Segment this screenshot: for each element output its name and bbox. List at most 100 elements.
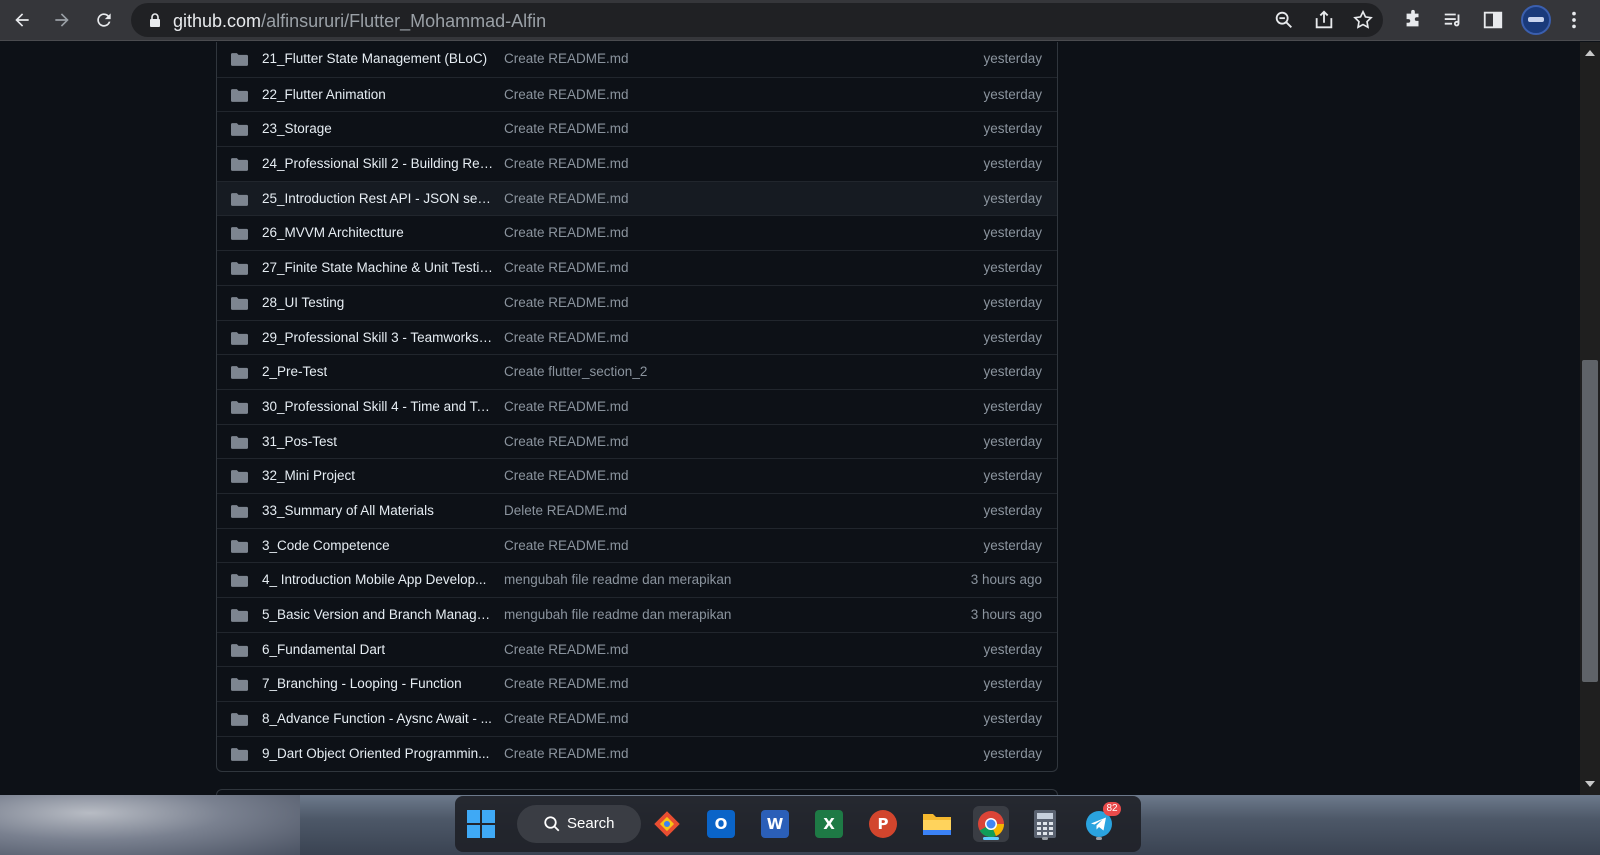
- commit-message-link[interactable]: Create README.md: [504, 434, 629, 449]
- folder-name-link[interactable]: 23_Storage: [262, 121, 332, 136]
- commit-message-link[interactable]: Create README.md: [504, 676, 629, 691]
- word-app[interactable]: W: [757, 806, 793, 842]
- folder-name-link[interactable]: 24_Professional Skill 2 - Building Res..…: [262, 156, 494, 171]
- scroll-up-arrow-icon[interactable]: [1585, 50, 1595, 56]
- powerpoint-icon: P: [869, 810, 897, 838]
- telegram-app[interactable]: 82: [1081, 802, 1121, 842]
- reload-button[interactable]: [88, 4, 120, 36]
- commit-message-link[interactable]: Create README.md: [504, 87, 629, 102]
- file-row[interactable]: 31_Pos-Test Create README.md yesterday: [217, 423, 1057, 459]
- file-row[interactable]: 33_Summary of All Materials Delete README…: [217, 492, 1057, 528]
- commit-message-link[interactable]: Create README.md: [504, 295, 629, 310]
- file-row[interactable]: 6_Fundamental Dart Create README.md yester…: [217, 631, 1057, 667]
- commit-message-link[interactable]: Create README.md: [504, 260, 629, 275]
- profile-avatar[interactable]: [1521, 5, 1551, 35]
- folder-name-link[interactable]: 29_Professional Skill 3 - Teamworks a...: [262, 330, 494, 345]
- file-row[interactable]: 24_Professional Skill 2 - Building Res..…: [217, 146, 1057, 181]
- commit-message-link[interactable]: Create README.md: [504, 330, 629, 345]
- file-row[interactable]: 27_Finite State Machine & Unit Testing Cr…: [217, 250, 1057, 285]
- file-row[interactable]: 2_Pre-Test Create flutter_section_2 yester…: [217, 354, 1057, 389]
- commit-message-link[interactable]: Create README.md: [504, 225, 629, 240]
- file-row[interactable]: 4_ Introduction Mobile App Develop... men…: [217, 562, 1057, 597]
- folder-name-link[interactable]: 5_Basic Version and Branch Manage...: [262, 607, 494, 622]
- commit-message-link[interactable]: Create flutter_section_2: [504, 364, 647, 379]
- calculator-app[interactable]: [1027, 806, 1063, 842]
- file-row[interactable]: 3_Code Competence Create README.md yesterd…: [217, 527, 1057, 563]
- folder-name-link[interactable]: 9_Dart Object Oriented Programmin...: [262, 746, 489, 761]
- file-row[interactable]: 8_Advance Function - Aysnc Await - ... Cr…: [217, 701, 1057, 736]
- folder-name-link[interactable]: 33_Summary of All Materials: [262, 503, 434, 518]
- folder-name-link[interactable]: 30_Professional Skill 4 - Time and Tas..…: [262, 399, 494, 414]
- folder-name-link[interactable]: 6_Fundamental Dart: [262, 642, 385, 657]
- start-button[interactable]: [463, 806, 499, 842]
- commit-message-link[interactable]: Create README.md: [504, 121, 629, 136]
- file-row[interactable]: 22_Flutter Animation Create README.md yest…: [217, 76, 1057, 112]
- playlist-icon: [1444, 13, 1460, 27]
- start-icon: [467, 810, 495, 838]
- git-app[interactable]: [649, 806, 685, 842]
- folder-name-link[interactable]: 31_Pos-Test: [262, 434, 337, 449]
- folder-name-link[interactable]: 32_Mini Project: [262, 468, 355, 483]
- file-row[interactable]: 28_UI Testing Create README.md yesterday: [217, 284, 1057, 320]
- folder-name-link[interactable]: 4_ Introduction Mobile App Develop...: [262, 572, 486, 587]
- commit-message-link[interactable]: Create README.md: [504, 711, 629, 726]
- commit-message-link[interactable]: mengubah file readme dan merapikan: [504, 572, 731, 587]
- reload-icon: [97, 13, 111, 27]
- folder-name-link[interactable]: 28_UI Testing: [262, 295, 344, 310]
- file-row[interactable]: 5_Basic Version and Branch Manage... meng…: [217, 597, 1057, 632]
- extensions-button[interactable]: [1400, 6, 1426, 34]
- scroll-thumb[interactable]: [1582, 360, 1598, 682]
- outlook-app[interactable]: O: [703, 806, 739, 842]
- folder-name-link[interactable]: 22_Flutter Animation: [262, 87, 386, 102]
- commit-message-link[interactable]: Create README.md: [504, 51, 629, 66]
- file-row[interactable]: 23_Storage Create README.md yesterday: [217, 111, 1057, 146]
- share-icon[interactable]: [1313, 9, 1335, 31]
- folder-name-link[interactable]: 2_Pre-Test: [262, 364, 327, 379]
- address-bar[interactable]: github.com/alfinsururi/Flutter_Mohammad-…: [131, 3, 1383, 37]
- bookmark-star-icon[interactable]: [1352, 9, 1374, 31]
- commit-message-link[interactable]: Create README.md: [504, 642, 629, 657]
- folder-name-link[interactable]: 26_MVVM Architectture: [262, 225, 404, 240]
- folder-name-link[interactable]: 21_Flutter State Management (BLoC): [262, 51, 487, 66]
- commit-message-link[interactable]: Create README.md: [504, 468, 629, 483]
- file-row[interactable]: 29_Professional Skill 3 - Teamworks a...…: [217, 319, 1057, 355]
- chrome-app[interactable]: [973, 806, 1009, 842]
- more-vertical-icon: [1572, 11, 1576, 29]
- chrome-icon: [978, 811, 1004, 838]
- forward-button[interactable]: [46, 4, 78, 36]
- excel-app[interactable]: X: [811, 806, 847, 842]
- file-row[interactable]: 21_Flutter State Management (BLoC) Create…: [217, 42, 1057, 77]
- page-scrollbar[interactable]: [1580, 42, 1600, 795]
- file-row[interactable]: 25_Introduction Rest API - JSON seria...…: [217, 180, 1057, 216]
- folder-name-link[interactable]: 8_Advance Function - Aysnc Await - ...: [262, 711, 492, 726]
- commit-message-link[interactable]: Create README.md: [504, 156, 629, 171]
- back-button[interactable]: [6, 4, 38, 36]
- file-row[interactable]: 7_Branching - Looping - Function Create R…: [217, 666, 1057, 701]
- commit-message-link[interactable]: Create README.md: [504, 538, 629, 553]
- commit-message-link[interactable]: Delete README.md: [504, 503, 627, 518]
- browser-toolbar: github.com/alfinsururi/Flutter_Mohammad-…: [0, 0, 1600, 41]
- file-explorer-app[interactable]: [919, 806, 955, 842]
- folder-name-link[interactable]: 27_Finite State Machine & Unit Testing: [262, 260, 494, 275]
- commit-message-link[interactable]: Create README.md: [504, 399, 629, 414]
- menu-button[interactable]: [1561, 6, 1587, 34]
- file-row[interactable]: 9_Dart Object Oriented Programmin... Crea…: [217, 735, 1057, 771]
- folder-name-link[interactable]: 7_Branching - Looping - Function: [262, 676, 462, 691]
- folder-name-link[interactable]: 25_Introduction Rest API - JSON seria...: [262, 191, 494, 206]
- side-panel-button[interactable]: [1480, 6, 1506, 34]
- commit-message-link[interactable]: mengubah file readme dan merapikan: [504, 607, 731, 622]
- file-row[interactable]: 30_Professional Skill 4 - Time and Tas..…: [217, 388, 1057, 424]
- scroll-down-arrow-icon[interactable]: [1585, 781, 1595, 787]
- commit-message-link[interactable]: Create README.md: [504, 746, 629, 761]
- folder-icon: [231, 123, 248, 137]
- folder-name-link[interactable]: 3_Code Competence: [262, 538, 390, 553]
- powerpoint-app[interactable]: P: [865, 806, 901, 842]
- zoom-icon[interactable]: [1273, 9, 1295, 31]
- file-row[interactable]: 26_MVVM Architectture Create README.md yes…: [217, 215, 1057, 250]
- taskbar-search[interactable]: Search: [517, 805, 641, 843]
- folder-icon: [231, 331, 248, 345]
- file-row[interactable]: 32_Mini Project Create README.md yesterday: [217, 458, 1057, 493]
- folder-icon: [231, 401, 248, 414]
- media-control-button[interactable]: [1440, 6, 1466, 34]
- commit-message-link[interactable]: Create README.md: [504, 191, 629, 206]
